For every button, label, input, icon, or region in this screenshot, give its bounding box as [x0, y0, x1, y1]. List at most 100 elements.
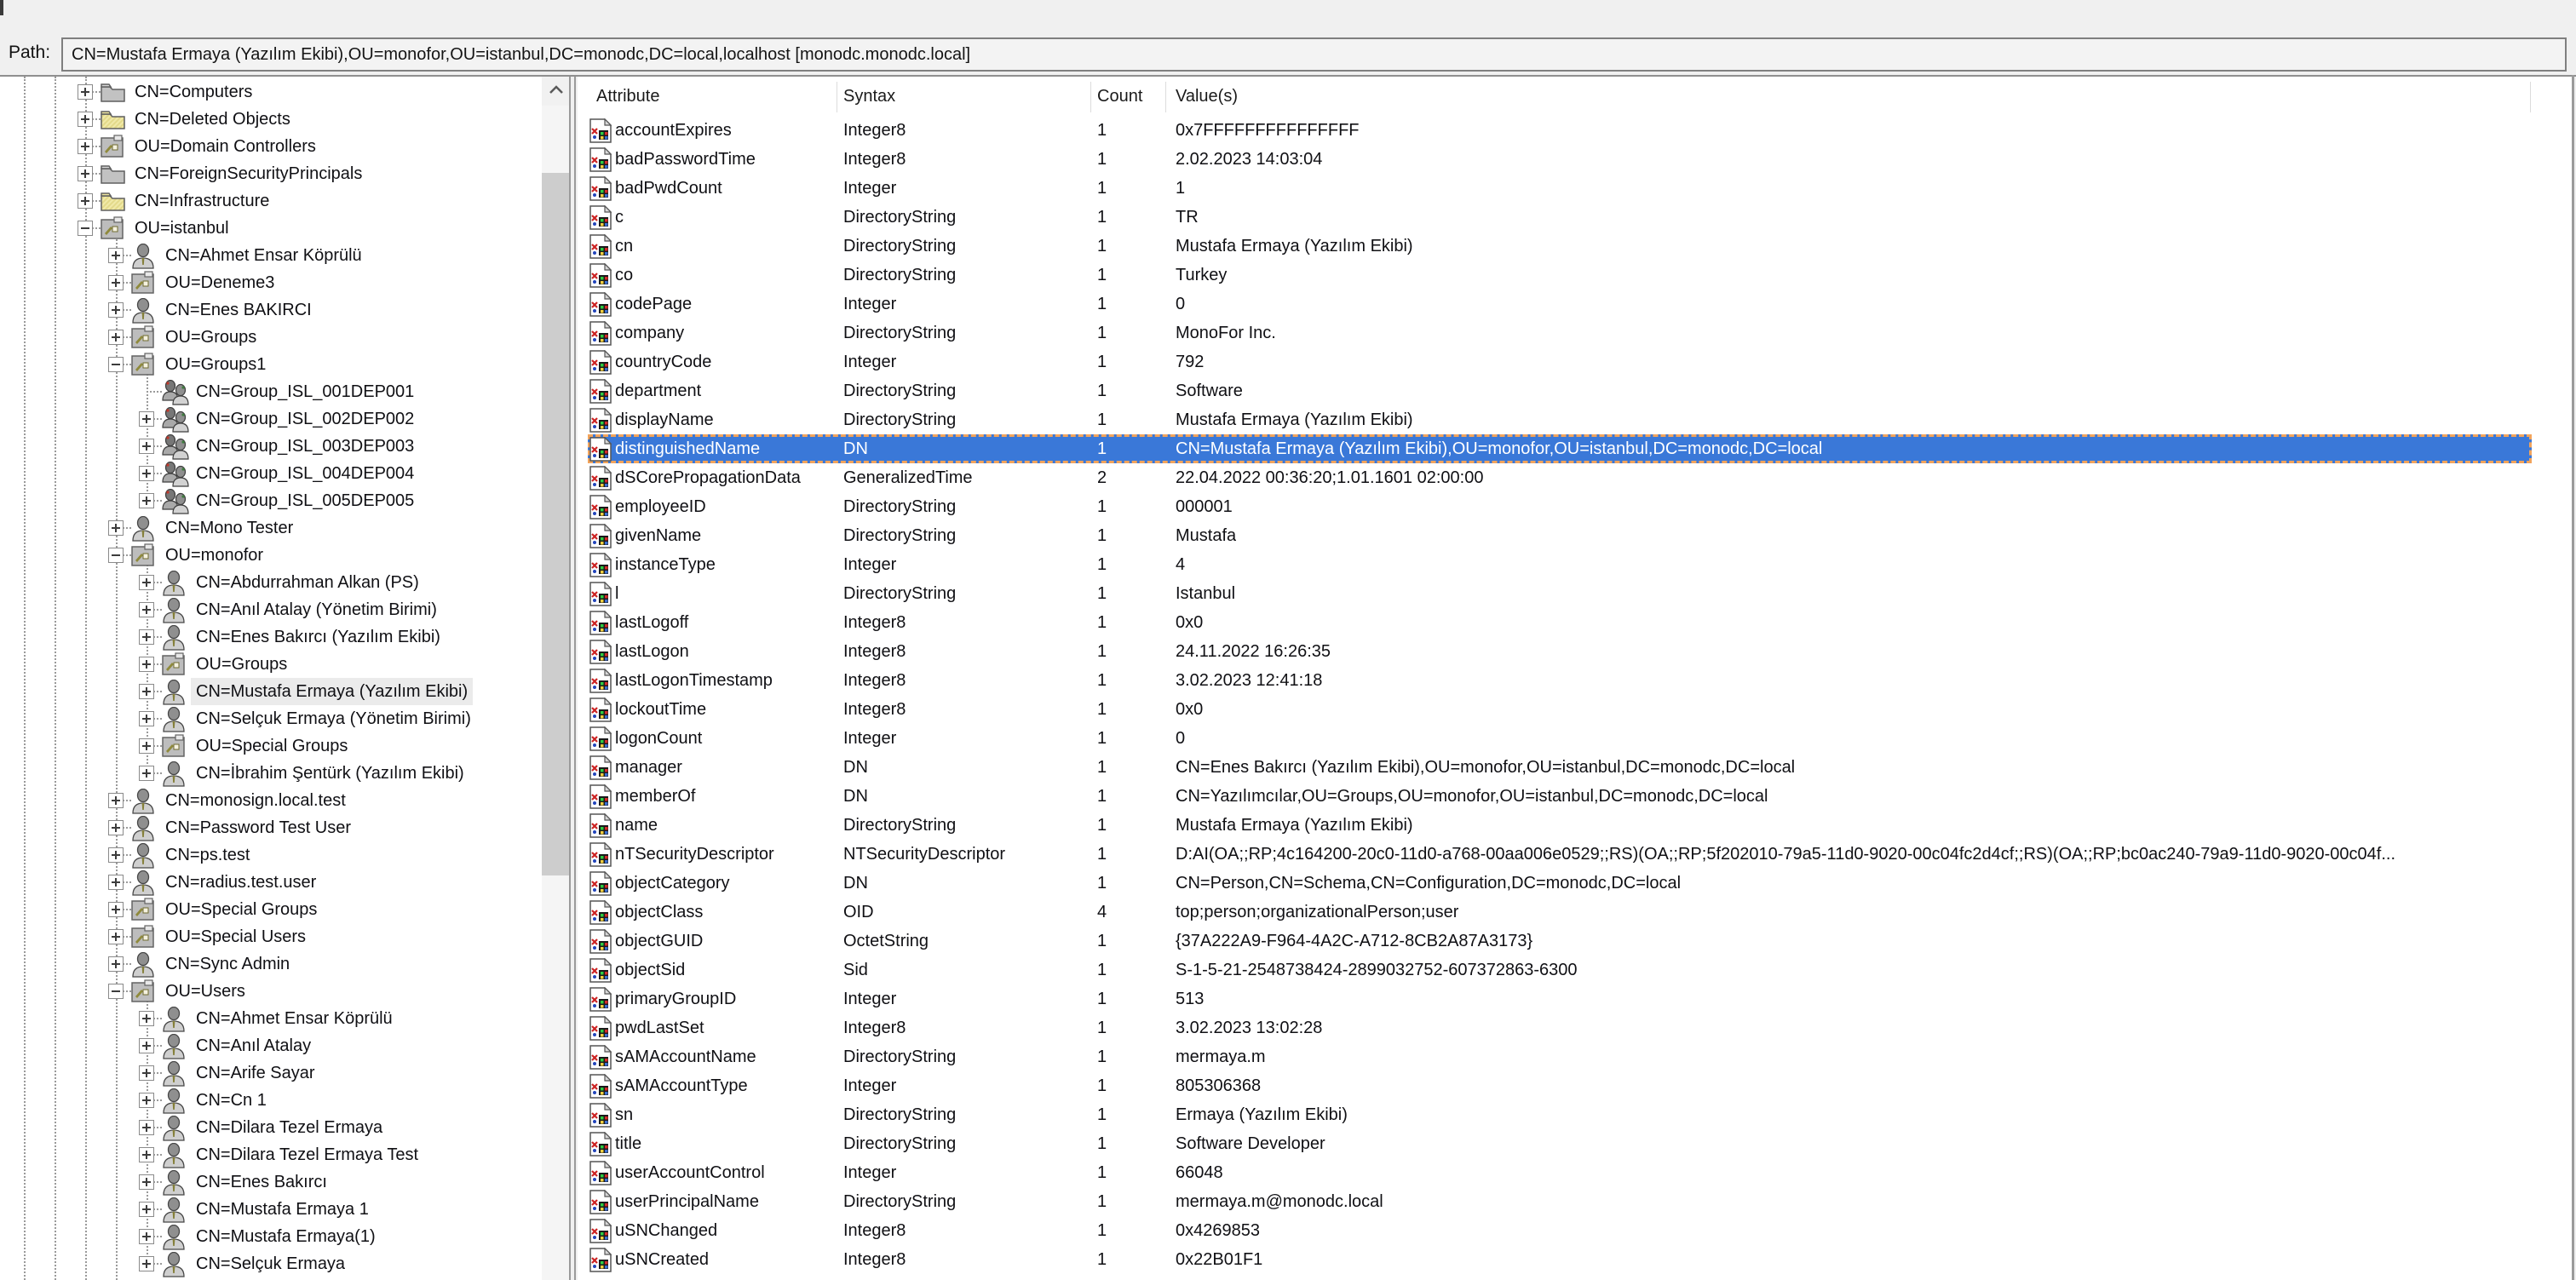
expand-plus-icon[interactable] [108, 847, 124, 863]
tree-item[interactable]: CN=Group_ISL_001DEP001 [0, 378, 569, 405]
tree-item-label[interactable]: CN=Group_ISL_002DEP002 [191, 405, 419, 433]
table-row[interactable]: instanceTypeInteger14 [578, 550, 2572, 579]
tree-item-label[interactable]: CN=Enes Bakırcı [191, 1168, 332, 1196]
tree-item-label[interactable]: CN=Anıl Atalay [191, 1032, 316, 1059]
expand-plus-icon[interactable] [139, 1229, 154, 1244]
expand-plus-icon[interactable] [139, 1147, 154, 1162]
tree-item[interactable]: CN=radius.test.user [0, 869, 569, 896]
tree-item[interactable]: CN=Computers [0, 78, 569, 106]
expand-plus-icon[interactable] [139, 493, 154, 508]
tree-item[interactable]: CN=Group_ISL_005DEP005 [0, 487, 569, 514]
tree-item[interactable]: OU=Groups1 [0, 351, 569, 378]
tree-item[interactable]: CN=Group_ISL_002DEP002 [0, 405, 569, 433]
tree-item[interactable]: CN=Deleted Objects [0, 106, 569, 133]
table-row[interactable]: objectSidSid1S-1-5-21-2548738424-2899032… [578, 956, 2572, 984]
table-row[interactable]: objectGUIDOctetString1{37A222A9-F964-4A2… [578, 927, 2572, 956]
table-row[interactable]: employeeIDDirectoryString1000001 [578, 492, 2572, 521]
expand-plus-icon[interactable] [108, 302, 124, 318]
tree-item-label[interactable]: CN=Password Test User [160, 814, 356, 841]
tree-item[interactable]: CN=Selçuk Ermaya [0, 1250, 569, 1277]
tree-item-label[interactable]: CN=Mustafa Ermaya (Yazılım Ekibi) [191, 678, 473, 705]
table-row[interactable]: displayNameDirectoryString1Mustafa Ermay… [578, 405, 2572, 434]
expand-plus-icon[interactable] [108, 956, 124, 972]
expand-plus-icon[interactable] [108, 820, 124, 835]
tree-item-label[interactable]: CN=Sync Admin [160, 950, 295, 978]
tree-item-label[interactable]: CN=Cn 1 [191, 1087, 272, 1114]
table-row[interactable]: cDirectoryString1TR [578, 203, 2572, 232]
table-row[interactable]: managerDN1CN=Enes Bakırcı (Yazılım Ekibi… [578, 753, 2572, 782]
tree-item[interactable]: OU=Users [0, 978, 569, 1005]
table-row[interactable]: userPrincipalNameDirectoryString1mermaya… [578, 1187, 2572, 1216]
tree-item-label[interactable]: OU=Deneme3 [160, 269, 279, 296]
expand-plus-icon[interactable] [108, 902, 124, 917]
table-row[interactable]: sAMAccountTypeInteger1805306368 [578, 1071, 2572, 1100]
tree-item[interactable]: CN=Group_ISL_003DEP003 [0, 433, 569, 460]
tree-item-label[interactable]: CN=ForeignSecurityPrincipals [129, 160, 367, 187]
table-row[interactable]: lastLogonInteger8124.11.2022 16:26:35 [578, 637, 2572, 666]
expand-plus-icon[interactable] [78, 193, 93, 209]
table-row[interactable]: lDirectoryString1Istanbul [578, 579, 2572, 608]
table-row[interactable]: badPasswordTimeInteger812.02.2023 14:03:… [578, 145, 2572, 174]
tree-item[interactable]: CN=Selçuk Ermaya (Yönetim Birimi) [0, 705, 569, 732]
tree-item[interactable]: CN=Mustafa Ermaya(1) [0, 1223, 569, 1250]
expand-plus-icon[interactable] [108, 875, 124, 890]
table-row[interactable]: departmentDirectoryString1Software [578, 376, 2572, 405]
tree-item[interactable]: CN=ForeignSecurityPrincipals [0, 160, 569, 187]
table-row[interactable]: nameDirectoryString1Mustafa Ermaya (Yazı… [578, 811, 2572, 840]
tree-item-label[interactable]: CN=Ahmet Ensar Köprülü [160, 242, 367, 269]
tree-item-label[interactable]: CN=Mono Tester [160, 514, 298, 542]
tree-item[interactable]: CN=Infrastructure [0, 187, 569, 215]
tree-item[interactable]: CN=Ahmet Ensar Köprülü [0, 242, 569, 269]
tree-item-label[interactable]: OU=Groups [160, 324, 262, 351]
path-input[interactable]: CN=Mustafa Ermaya (Yazılım Ekibi),OU=mon… [61, 37, 2567, 72]
table-row[interactable]: lastLogoffInteger810x0 [578, 608, 2572, 637]
tree-item[interactable]: CN=Enes Bakırcı (Yazılım Ekibi) [0, 623, 569, 651]
column-separator[interactable] [1090, 82, 1091, 112]
tree-item-label[interactable]: OU=Special Users [160, 923, 311, 950]
table-row[interactable]: pwdLastSetInteger813.02.2023 13:02:28 [578, 1013, 2572, 1042]
table-row[interactable]: distinguishedNameDN1CN=Mustafa Ermaya (Y… [578, 434, 2572, 463]
table-row[interactable]: countryCodeInteger1792 [578, 347, 2572, 376]
tree-item[interactable]: CN=Enes BAKIRCI [0, 296, 569, 324]
collapse-minus-icon[interactable] [78, 221, 93, 236]
collapse-minus-icon[interactable] [108, 548, 124, 563]
expand-plus-icon[interactable] [139, 1202, 154, 1217]
expand-plus-icon[interactable] [139, 738, 154, 754]
scrollbar-up-arrow-icon[interactable] [542, 77, 569, 106]
expand-plus-icon[interactable] [78, 166, 93, 181]
tree-item[interactable]: CN=Anıl Atalay [0, 1032, 569, 1059]
expand-plus-icon[interactable] [139, 575, 154, 590]
expand-plus-icon[interactable] [139, 1256, 154, 1271]
tree-item-label[interactable]: CN=Group_ISL_005DEP005 [191, 487, 419, 514]
expand-plus-icon[interactable] [139, 711, 154, 726]
expand-plus-icon[interactable] [78, 112, 93, 127]
table-row[interactable]: logonCountInteger10 [578, 724, 2572, 753]
table-row[interactable]: lastLogonTimestampInteger813.02.2023 12:… [578, 666, 2572, 695]
expand-plus-icon[interactable] [139, 439, 154, 454]
tree-item-label[interactable]: CN=Group_ISL_001DEP001 [191, 378, 419, 405]
tree-item[interactable]: OU=Special Groups [0, 896, 569, 923]
tree-item-label[interactable]: CN=Dilara Tezel Ermaya Test [191, 1141, 423, 1168]
tree-item-label[interactable]: CN=Deleted Objects [129, 106, 296, 133]
expand-plus-icon[interactable] [108, 248, 124, 263]
tree-item-label[interactable]: CN=Dilara Tezel Ermaya [191, 1114, 388, 1141]
tree-item-label[interactable]: OU=istanbul [129, 215, 234, 242]
tree-item[interactable]: CN=Mustafa Ermaya 1 [0, 1196, 569, 1223]
table-row[interactable]: objectClassOID4top;person;organizational… [578, 898, 2572, 927]
tree-vertical-scrollbar[interactable] [542, 77, 569, 1280]
expand-plus-icon[interactable] [139, 1120, 154, 1135]
table-row[interactable]: cnDirectoryString1Mustafa Ermaya (Yazılı… [578, 232, 2572, 261]
tree-item-label[interactable]: CN=İbrahim Şentürk (Yazılım Ekibi) [191, 760, 469, 787]
table-row[interactable]: snDirectoryString1Ermaya (Yazılım Ekibi) [578, 1100, 2572, 1129]
table-row[interactable]: codePageInteger10 [578, 290, 2572, 319]
tree-item[interactable]: CN=Cn 1 [0, 1087, 569, 1114]
expand-plus-icon[interactable] [108, 275, 124, 290]
column-separator[interactable] [1165, 82, 1166, 112]
tree-item[interactable]: OU=Groups [0, 324, 569, 351]
table-row[interactable]: lockoutTimeInteger810x0 [578, 695, 2572, 724]
tree-item[interactable]: CN=Password Test User [0, 814, 569, 841]
tree-item[interactable]: OU=istanbul [0, 215, 569, 242]
tree-item-label[interactable]: OU=Users [160, 978, 250, 1005]
tree-item-label[interactable]: OU=Groups [191, 651, 292, 678]
table-row[interactable]: userAccountControlInteger166048 [578, 1158, 2572, 1187]
